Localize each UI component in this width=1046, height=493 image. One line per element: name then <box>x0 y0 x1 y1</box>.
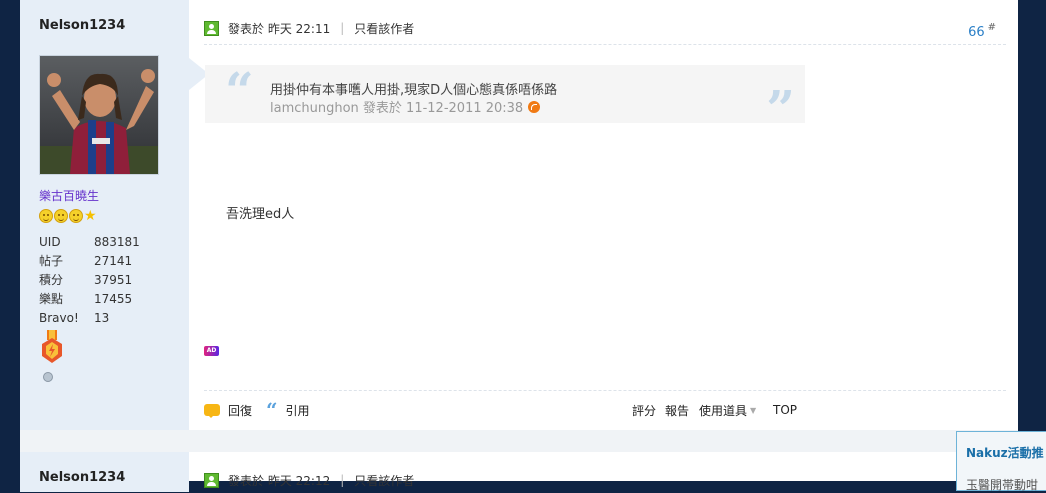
stat-key: Bravo! <box>39 310 79 325</box>
reply-icon <box>204 404 220 418</box>
side-widget-text: 玉醫開帯動咁 <box>966 478 1039 492</box>
stat-key: 樂點 <box>39 292 64 306</box>
post-footer: 回復 “ 引用 評分 報告 使用道具 ▼ TOP <box>204 400 1006 420</box>
post-time: 發表於 昨天 22:11 <box>228 21 331 36</box>
floor-symbol: # <box>987 22 996 33</box>
reply-button[interactable]: 回復 <box>204 400 252 420</box>
tools-label: 使用道具 <box>699 403 748 418</box>
divider: | <box>340 21 345 35</box>
author-sidebar: Nelson1234 <box>20 452 189 492</box>
side-promo-widget[interactable]: Nakuz活動推 玉醫開帯動咁 <box>956 431 1046 492</box>
post-time: 發表於 昨天 22:12 <box>228 473 331 488</box>
reply-label: 回復 <box>228 403 253 418</box>
floor-number-text[interactable]: 66 <box>968 25 985 40</box>
stat-row: UID 883181 <box>39 232 169 251</box>
author-stats: UID 883181 帖子 27141 積分 37951 樂點 17455 Br… <box>39 232 169 327</box>
smiley-rank-icon <box>39 209 53 223</box>
divider: | <box>340 473 345 487</box>
quote-text: 用掛仲有本事嚿人用掛,現家D人個心態真係唔係路 <box>270 83 558 98</box>
jump-to-post-icon[interactable] <box>528 100 541 113</box>
cite-label: 引用 <box>285 403 310 418</box>
rank-stars: ★ <box>39 209 97 223</box>
ad-badge[interactable]: AD <box>204 346 219 356</box>
online-user-icon <box>204 20 219 36</box>
stat-key: 帖子 <box>39 254 64 268</box>
stat-row: 樂點 17455 <box>39 289 169 308</box>
signature-icon[interactable] <box>43 372 53 382</box>
quote-block: “ ” 用掛仲有本事嚿人用掛,現家D人個心態真係唔係路 lamchunghon … <box>205 61 805 138</box>
post: Nelson1234 樂古百曉生 ★ UID 883181 帖子 27141 積… <box>20 0 1018 430</box>
stat-value: 13 <box>94 310 110 325</box>
header-divider <box>204 44 1006 45</box>
author-username[interactable]: Nelson1234 <box>39 18 125 33</box>
stat-value[interactable]: 27141 <box>94 254 132 268</box>
stat-value: 17455 <box>94 291 133 306</box>
stat-key: 積分 <box>39 273 64 287</box>
cite-button[interactable]: “ 引用 <box>266 400 310 420</box>
stat-key: UID <box>39 234 61 249</box>
only-author-link[interactable]: 只看該作者 <box>354 20 414 37</box>
cite-icon: “ <box>266 398 278 422</box>
post-body: 吾洗理ed人 <box>226 207 295 222</box>
star-rank-icon: ★ <box>84 208 97 224</box>
side-widget-title[interactable]: Nakuz活動推 <box>966 444 1044 461</box>
tools-dropdown[interactable]: 使用道具 ▼ <box>699 400 756 420</box>
stat-row: 帖子 27141 <box>39 251 169 270</box>
floor-number[interactable]: 66 # <box>968 22 996 40</box>
stat-value: 37951 <box>94 272 133 287</box>
quote-author-time: lamchunghon 發表於 11-12-2011 20:38 <box>270 101 524 116</box>
post: Nelson1234 發表於 昨天 22:12 | 只看該作者 <box>20 452 1018 492</box>
user-rank[interactable]: 樂古百曉生 <box>39 187 99 204</box>
author-username[interactable]: Nelson1234 <box>39 470 125 485</box>
smiley-rank-icon <box>54 209 68 223</box>
medal-icon[interactable] <box>41 330 63 364</box>
smiley-rank-icon <box>69 209 83 223</box>
top-button[interactable]: TOP <box>773 400 797 420</box>
chevron-down-icon: ▼ <box>750 405 757 415</box>
report-label: 報告 <box>665 403 690 418</box>
quote-meta: lamchunghon 發表於 11-12-2011 20:38 <box>270 97 541 116</box>
top-label: TOP <box>773 403 798 417</box>
stat-value[interactable]: 883181 <box>94 235 140 249</box>
post-header: 發表於 昨天 22:12 | 只看該作者 <box>204 470 1006 490</box>
footer-divider <box>204 390 1006 391</box>
rate-button[interactable]: 評分 <box>632 400 656 420</box>
quote-close-icon: ” <box>766 79 795 138</box>
avatar[interactable] <box>39 55 159 175</box>
post-header: 發表於 昨天 22:11 | 只看該作者 <box>204 18 1006 38</box>
quote-open-icon: “ <box>225 61 254 120</box>
online-user-icon <box>204 472 219 488</box>
post-separator <box>20 430 1018 452</box>
stat-row: Bravo! 13 <box>39 308 169 327</box>
only-author-link[interactable]: 只看該作者 <box>354 472 414 489</box>
author-sidebar: Nelson1234 <box>20 0 189 430</box>
rate-label: 評分 <box>632 403 657 418</box>
report-button[interactable]: 報告 <box>665 400 689 420</box>
stat-row: 積分 37951 <box>39 270 169 289</box>
